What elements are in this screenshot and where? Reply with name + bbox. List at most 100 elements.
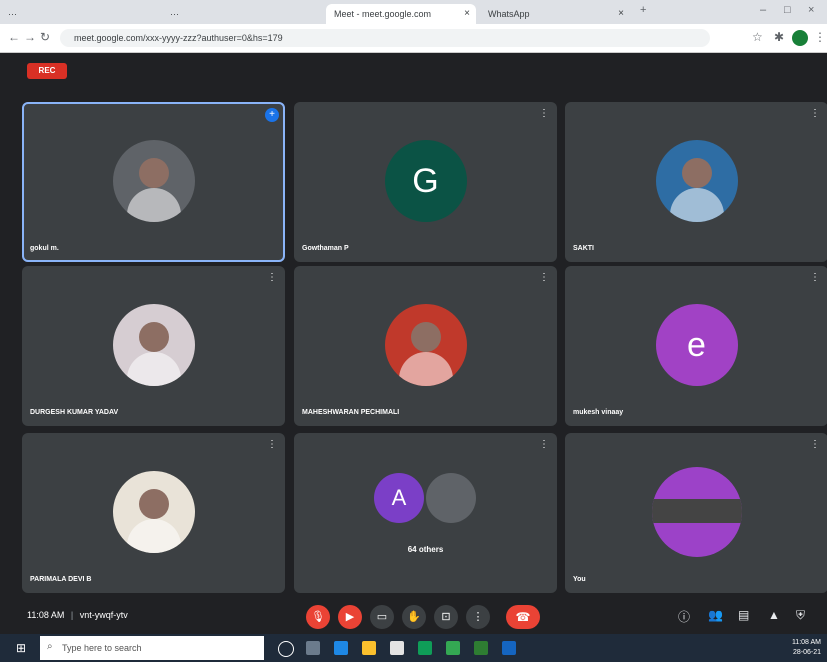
- participant-name: MAHESHWARAN PECHIMALI: [302, 409, 400, 416]
- participant-name: SAKTI: [573, 245, 594, 252]
- tab-2[interactable]: ···: [162, 4, 322, 24]
- participant-name: DURGESH KUMAR YADAV: [30, 409, 119, 416]
- store-icon[interactable]: [390, 641, 404, 655]
- participant-tile[interactable]: ⋮ SAKTI: [565, 102, 827, 262]
- avatar: [384, 304, 467, 386]
- mic-muted-icon: ⋮: [539, 439, 549, 450]
- meet-area: REC + gokul m. ⋮ G Gowthaman P ⋮ SAKTI ⋮ DURGESH…: [0, 53, 827, 634]
- avatar: [112, 304, 195, 386]
- captions-icon: ▭: [376, 611, 388, 623]
- mic-off-icon: 🎙: [311, 611, 325, 623]
- avatar: [112, 140, 195, 222]
- meeting-time: 11:08 AM: [27, 610, 65, 620]
- mic-off-button[interactable]: 🎙: [306, 605, 330, 629]
- menu-icon[interactable]: ⋮: [814, 30, 826, 44]
- participant-tile[interactable]: ⋮ DURGESH KUMAR YADAV: [22, 266, 285, 426]
- task-view-icon[interactable]: [306, 641, 320, 655]
- participant-tile[interactable]: ⋮ A 64 others: [294, 433, 557, 593]
- extensions-icon[interactable]: ✱: [774, 30, 784, 44]
- recording-badge: REC: [27, 63, 67, 79]
- participant-name: 64 others: [407, 545, 444, 554]
- host-controls-icon[interactable]: ⛨: [796, 608, 805, 623]
- mic-muted-icon: ⋮: [810, 108, 820, 119]
- windows-taskbar: ⊞ Type here to search ⌕ 11:08 AM 28-06-2…: [0, 634, 827, 662]
- avatar: e: [655, 304, 738, 386]
- participant-name: PARIMALA DEVI B: [30, 576, 92, 583]
- taskbar-search-input[interactable]: Type here to search: [40, 636, 264, 660]
- mic-muted-icon: ⋮: [810, 439, 820, 450]
- hand-icon: ✋: [407, 611, 421, 623]
- word-icon[interactable]: [502, 641, 516, 655]
- camera-off-button[interactable]: ▶: [338, 605, 362, 629]
- participant-name: gokul m.: [30, 245, 59, 252]
- people-icon[interactable]: 👥: [708, 608, 723, 622]
- forward-icon[interactable]: →: [24, 30, 36, 44]
- participant-name: mukesh vinaay: [573, 409, 624, 416]
- tab-label: ···: [8, 9, 17, 19]
- back-icon[interactable]: ←: [8, 30, 20, 44]
- meeting-details-icon[interactable]: ⓘ: [678, 608, 690, 625]
- participant-tile[interactable]: ⋮ G Gowthaman P: [294, 102, 557, 262]
- leave-call-button[interactable]: ☎: [506, 605, 540, 629]
- file-explorer-icon[interactable]: [362, 641, 376, 655]
- meeting-code: vnt-ywqf-ytv: [79, 610, 128, 620]
- close-icon[interactable]: ×: [464, 4, 470, 24]
- avatar: [651, 467, 742, 557]
- close-icon[interactable]: ×: [618, 4, 624, 24]
- tab-1[interactable]: ···: [0, 4, 160, 24]
- system-tray-clock[interactable]: 11:08 AM 28-06-21: [792, 638, 821, 658]
- participant-tile[interactable]: ⋮ You: [565, 433, 827, 593]
- participant-tile[interactable]: ⋮ e mukesh vinaay: [565, 266, 827, 426]
- present-button[interactable]: ⊡: [434, 605, 458, 629]
- profile-avatar[interactable]: [792, 30, 808, 46]
- app-icon[interactable]: [474, 641, 488, 655]
- mic-muted-icon: ⋮: [539, 108, 549, 119]
- cortana-icon[interactable]: [278, 641, 294, 657]
- participant-tile[interactable]: + gokul m.: [22, 102, 285, 262]
- activities-icon[interactable]: ▲: [768, 608, 780, 622]
- mic-muted-icon: ⋮: [810, 272, 820, 283]
- tab-label: WhatsApp: [488, 9, 530, 19]
- avatar: G: [384, 140, 467, 222]
- participant-tile[interactable]: ⋮ MAHESHWARAN PECHIMALI: [294, 266, 557, 426]
- star-icon[interactable]: ☆: [752, 30, 763, 44]
- close-window-button[interactable]: ×: [808, 4, 814, 16]
- avatar: [655, 140, 738, 222]
- tab-label: ···: [170, 9, 179, 19]
- mic-muted-icon: ⋮: [267, 272, 277, 283]
- edge-icon[interactable]: [334, 641, 348, 655]
- search-icon: ⌕: [47, 641, 53, 652]
- pin-icon[interactable]: +: [265, 108, 279, 122]
- more-options-button[interactable]: ⋮: [466, 605, 490, 629]
- maximize-button[interactable]: □: [784, 4, 791, 16]
- address-bar-row: ← → ↻ meet.google.com/xxx-yyyy-zzz?authu…: [0, 24, 827, 53]
- mic-muted-icon: ⋮: [539, 272, 549, 283]
- chat-icon[interactable]: ▤: [738, 608, 749, 622]
- mic-muted-icon: ⋮: [267, 439, 277, 450]
- tab-meet[interactable]: Meet - meet.google.com ×: [326, 4, 476, 24]
- mail-icon[interactable]: [418, 641, 432, 655]
- windows-start-icon[interactable]: ⊞: [16, 641, 26, 655]
- bottom-bar: 11:08 AM | vnt-ywqf-ytv 🎙 ▶ ▭ ✋ ⊡ ⋮ ☎ ⓘ …: [0, 598, 827, 634]
- present-icon: ⊡: [441, 611, 451, 623]
- participant-name: You: [573, 576, 586, 583]
- end-call-icon: ☎: [515, 610, 531, 624]
- browser-tab-bar: ··· ··· Meet - meet.google.com × WhatsAp…: [0, 0, 827, 24]
- chrome-icon[interactable]: [446, 641, 460, 655]
- clock-time: 11:08 AM: [791, 639, 821, 646]
- url-input[interactable]: meet.google.com/xxx-yyyy-zzz?authuser=0&…: [60, 29, 710, 47]
- camera-off-icon: ▶: [345, 611, 355, 623]
- tab-whatsapp[interactable]: WhatsApp ×: [480, 4, 630, 24]
- minimize-button[interactable]: –: [760, 4, 766, 16]
- participant-name: Gowthaman P: [302, 245, 349, 252]
- meeting-time-and-code: 11:08 AM | vnt-ywqf-ytv: [27, 610, 128, 620]
- avatar: [112, 471, 195, 553]
- participant-tile[interactable]: ⋮ PARIMALA DEVI B: [22, 433, 285, 593]
- avatar: A: [374, 473, 424, 523]
- more-options-icon: ⋮: [472, 611, 484, 623]
- new-tab-button[interactable]: +: [640, 4, 646, 16]
- reload-icon[interactable]: ↻: [40, 30, 50, 44]
- captions-button[interactable]: ▭: [370, 605, 394, 629]
- avatar: [426, 473, 476, 523]
- raise-hand-button[interactable]: ✋: [402, 605, 426, 629]
